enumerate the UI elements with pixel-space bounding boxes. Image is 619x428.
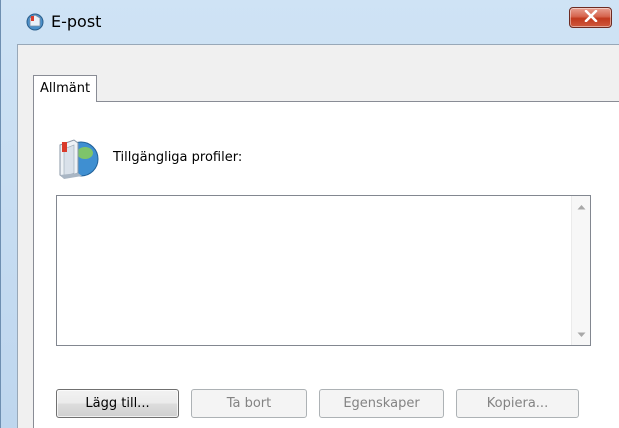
title-bar[interactable]: E-post — [1, 0, 619, 44]
window-title: E-post — [51, 12, 102, 31]
mail-profile-icon — [52, 133, 102, 181]
scroll-up-arrow-icon[interactable] — [572, 198, 590, 215]
profiles-listbox[interactable] — [56, 195, 591, 346]
profiles-scrollbar[interactable] — [571, 196, 590, 345]
dialog-client-area: Allmänt Tillgängliga profiler: Lägg till… — [17, 44, 619, 428]
close-button[interactable] — [569, 7, 612, 28]
remove-profile-button[interactable]: Ta bort — [191, 389, 307, 418]
add-profile-button[interactable]: Lägg till... — [56, 389, 179, 418]
close-x-icon — [584, 9, 598, 26]
email-dialog-window: E-post Allmänt Tillgängliga profiler: Lä… — [0, 0, 619, 428]
tab-general[interactable]: Allmänt — [33, 75, 98, 102]
properties-button[interactable]: Egenskaper — [319, 389, 444, 418]
mail-app-icon — [25, 12, 44, 31]
scroll-down-arrow-icon[interactable] — [572, 326, 590, 343]
copy-profile-button[interactable]: Kopiera... — [456, 389, 579, 418]
available-profiles-label: Tillgängliga profiler: — [113, 150, 243, 165]
